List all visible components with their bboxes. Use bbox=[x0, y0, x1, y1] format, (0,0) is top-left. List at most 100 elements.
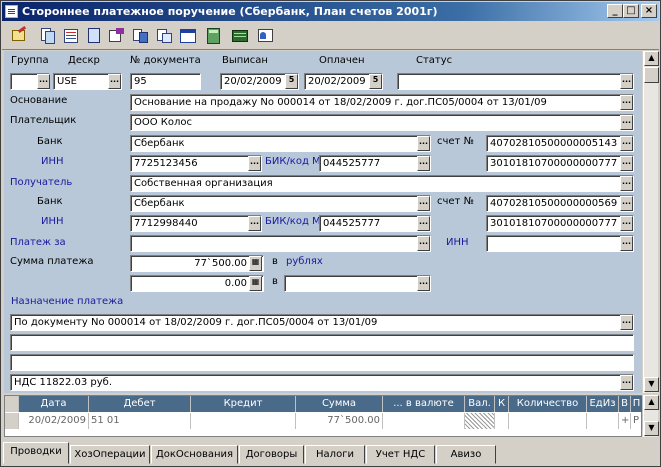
table-cell-k[interactable] bbox=[495, 413, 509, 429]
grid-header-credit[interactable]: Кредит bbox=[191, 396, 296, 412]
payer-bank-field[interactable]: Сбербанк bbox=[130, 135, 431, 152]
tab-contracts[interactable]: Договоры bbox=[239, 445, 304, 464]
rec-account-select-button[interactable]: ... bbox=[620, 196, 633, 211]
grid-header-p[interactable]: П bbox=[631, 396, 643, 412]
grid-scrollbar[interactable]: ▲ ▼ bbox=[643, 395, 659, 437]
tab-aviso[interactable]: Авизо bbox=[436, 445, 496, 464]
grid-header-currency-sum[interactable]: ... в валюте bbox=[383, 396, 465, 412]
row-selector[interactable] bbox=[5, 413, 19, 429]
amount2-calc-button[interactable]: ▦ bbox=[249, 276, 262, 291]
recipient-select-button[interactable]: ... bbox=[620, 176, 633, 191]
payer-inn-field[interactable]: 7725123456 bbox=[130, 155, 262, 172]
payer-bank-select-button[interactable]: ... bbox=[417, 136, 430, 151]
payment-for-select-button[interactable]: ... bbox=[417, 236, 430, 251]
payer-account-select-button[interactable]: ... bbox=[620, 136, 633, 151]
window-icon[interactable] bbox=[178, 26, 198, 46]
rec-corr-select-button[interactable]: ... bbox=[620, 216, 633, 231]
paid-calendar-button[interactable]: 5 bbox=[369, 74, 382, 89]
form-scrollbar[interactable]: ▲ ▼ bbox=[643, 51, 659, 393]
table-cell-currency-sum[interactable] bbox=[383, 413, 465, 429]
purpose-line-4-button[interactable]: ... bbox=[620, 375, 633, 390]
scroll-up-icon[interactable]: ▲ bbox=[644, 51, 659, 66]
basis-select-button[interactable]: ... bbox=[620, 95, 633, 110]
grid-header-quantity[interactable]: Количество bbox=[509, 396, 587, 412]
rec-bik-select-button[interactable]: ... bbox=[417, 216, 430, 231]
payer-select-button[interactable]: ... bbox=[620, 115, 633, 130]
payer-inn-select-button[interactable]: ... bbox=[248, 156, 261, 171]
rec-bank-select-button[interactable]: ... bbox=[417, 196, 430, 211]
payment-for-field[interactable] bbox=[130, 235, 431, 252]
table-icon[interactable] bbox=[230, 26, 250, 46]
payer-bik-field[interactable]: 044525777 bbox=[319, 155, 431, 172]
table-cell-quantity[interactable] bbox=[509, 413, 587, 429]
basis-field[interactable]: Основание на продажу No 000014 от 18/02/… bbox=[130, 94, 634, 111]
table-cell-sum[interactable]: 77`500.00 bbox=[296, 413, 383, 429]
recipient-field[interactable]: Собственная организация bbox=[130, 175, 634, 192]
payer-bik-select-button[interactable]: ... bbox=[417, 156, 430, 171]
payer-field[interactable]: ООО Колос bbox=[130, 114, 634, 131]
table-cell-debit[interactable]: 51 01 bbox=[89, 413, 191, 429]
calculator-icon[interactable] bbox=[204, 26, 224, 46]
stack-icon[interactable] bbox=[154, 26, 174, 46]
amount-field[interactable]: 77`500.00 bbox=[130, 255, 264, 272]
table-cell-p[interactable]: Р bbox=[631, 413, 643, 429]
purpose-select-button[interactable]: ... bbox=[620, 315, 633, 330]
edit-icon[interactable] bbox=[10, 25, 30, 46]
rec-inn-field[interactable]: 7712998440 bbox=[130, 215, 262, 232]
issued-calendar-button[interactable]: 5 bbox=[285, 74, 298, 89]
group-select-button[interactable]: ... bbox=[37, 74, 50, 89]
currency2-select-button[interactable]: ... bbox=[417, 276, 430, 291]
deskr-select-button[interactable]: ... bbox=[108, 74, 121, 89]
maximize-button[interactable]: □ bbox=[623, 4, 639, 18]
purpose-line-4[interactable]: НДС 11822.03 руб. bbox=[10, 374, 634, 391]
user-card-icon[interactable] bbox=[256, 26, 276, 46]
scroll-down-icon[interactable]: ▼ bbox=[644, 377, 659, 392]
payer-corr-account-field[interactable]: 30101810700000000777 bbox=[486, 155, 634, 172]
document-arrow-icon[interactable] bbox=[106, 26, 126, 46]
grid-scroll-down-icon[interactable]: ▼ bbox=[644, 421, 659, 436]
scroll-thumb[interactable] bbox=[644, 67, 659, 83]
payer-account-field[interactable]: 40702810500000005143 bbox=[486, 135, 634, 152]
grid-header-currency[interactable]: Вал. bbox=[465, 396, 495, 412]
table-cell-currency[interactable] bbox=[465, 413, 495, 429]
list-document-icon[interactable] bbox=[61, 26, 81, 46]
grid-scroll-up-icon[interactable]: ▲ bbox=[644, 395, 659, 410]
status-select-button[interactable]: ... bbox=[620, 74, 633, 89]
rec-bik-field[interactable]: 044525777 bbox=[319, 215, 431, 232]
rec-bank-field[interactable]: Сбербанк bbox=[130, 195, 431, 212]
grid-header-unit[interactable]: ЕдИз bbox=[587, 396, 619, 412]
amount2-field[interactable]: 0.00 bbox=[130, 275, 264, 292]
grid-header-sum[interactable]: Сумма bbox=[296, 396, 383, 412]
tab-basis-documents[interactable]: ДокОснования bbox=[151, 445, 238, 464]
payment-for-inn-field[interactable] bbox=[486, 235, 634, 252]
tab-business-operations[interactable]: ХозОперации bbox=[70, 445, 150, 464]
grid-header-k[interactable]: К bbox=[495, 396, 509, 412]
rec-account-field[interactable]: 40702810500000000569 bbox=[486, 195, 634, 212]
tab-taxes[interactable]: Налоги bbox=[305, 445, 365, 464]
grid-header-date[interactable]: Дата bbox=[19, 396, 89, 412]
grid-header-debit[interactable]: Дебет bbox=[89, 396, 191, 412]
copy-document-icon[interactable] bbox=[38, 26, 58, 46]
rec-corr-account-field[interactable]: 30101810700000000777 bbox=[486, 215, 634, 232]
payment-for-inn-select-button[interactable]: ... bbox=[620, 236, 633, 251]
purpose-line-1[interactable]: По документу No 000014 от 18/02/2009 г. … bbox=[10, 314, 634, 331]
table-cell-v[interactable]: + bbox=[619, 413, 631, 429]
table-cell-unit[interactable] bbox=[587, 413, 619, 429]
table-cell-credit[interactable] bbox=[191, 413, 296, 429]
rec-inn-select-button[interactable]: ... bbox=[248, 216, 261, 231]
grid-header-v[interactable]: В bbox=[619, 396, 631, 412]
table-cell-date[interactable]: 20/02/2009 bbox=[19, 413, 89, 429]
tab-postings[interactable]: Проводки bbox=[3, 442, 69, 464]
minimize-button[interactable]: _ bbox=[607, 4, 623, 18]
document-blue-icon[interactable] bbox=[84, 26, 104, 46]
close-button[interactable]: × bbox=[641, 4, 657, 18]
purpose-line-3[interactable] bbox=[10, 354, 634, 371]
document-group-icon[interactable] bbox=[130, 26, 150, 46]
payer-corr-select-button[interactable]: ... bbox=[620, 156, 633, 171]
amount-calc-button[interactable]: ▦ bbox=[249, 256, 262, 271]
doc-number-field[interactable]: 95 bbox=[130, 73, 201, 90]
currency2-field[interactable] bbox=[284, 275, 431, 292]
purpose-line-2[interactable] bbox=[10, 334, 634, 351]
tab-vat[interactable]: Учет НДС bbox=[366, 445, 435, 464]
status-field[interactable] bbox=[397, 73, 634, 90]
